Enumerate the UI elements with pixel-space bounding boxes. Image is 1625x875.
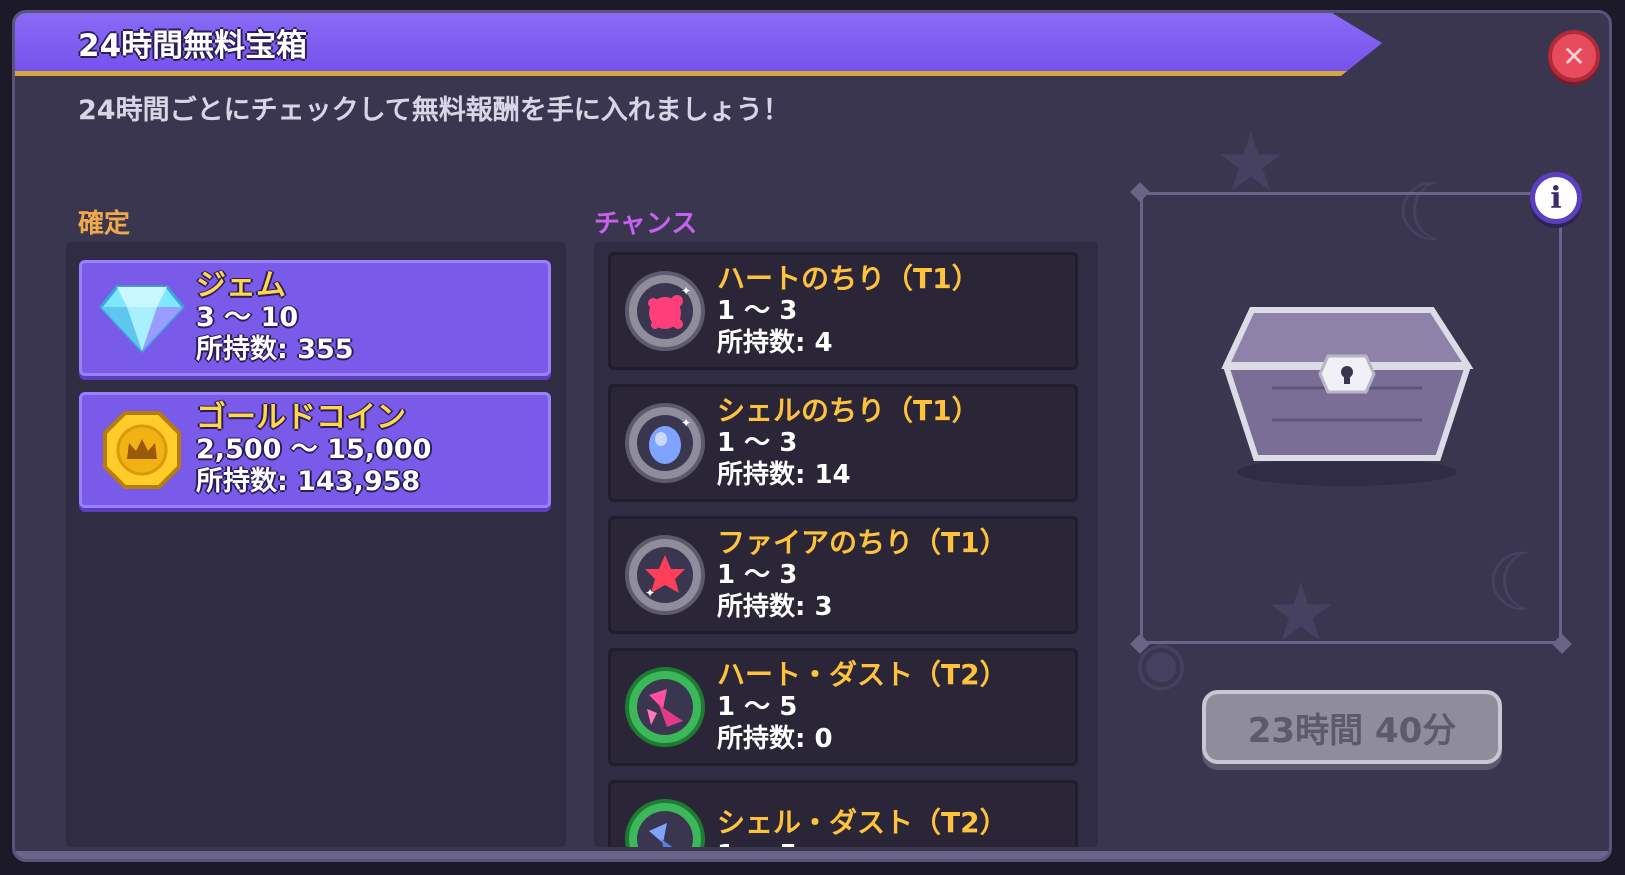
reward-card-gold[interactable]: ゴールドコイン 2,500 〜 15,000 所持数: 143,958 — [79, 392, 551, 508]
heart-crystal-icon — [625, 667, 705, 747]
reward-info: ゴールドコイン 2,500 〜 15,000 所持数: 143,958 — [196, 402, 431, 498]
reward-name: ジェム — [196, 268, 286, 303]
reward-owned: 所持数: 4 — [717, 328, 833, 358]
panel-rim — [15, 851, 1609, 859]
star-decoration: ★ — [1215, 116, 1287, 209]
info-icon: i — [1550, 180, 1562, 216]
reward-owned: 所持数: 0 — [717, 724, 833, 754]
reward-info: シェル・ダスト（T2） 1 〜 5 — [717, 806, 1008, 848]
reward-name: ハートのちり（T1） — [717, 262, 980, 295]
reward-name: ファイアのちり（T1） — [717, 526, 1008, 559]
reward-info: ハートのちり（T1） 1 〜 3 所持数: 4 — [717, 263, 980, 359]
chance-reward-item[interactable]: ハート・ダスト（T2） 1 〜 5 所持数: 0 — [608, 648, 1078, 766]
countdown-timer: 23時間 40分 — [1202, 690, 1502, 764]
reward-info: シェルのちり（T1） 1 〜 3 所持数: 14 — [717, 395, 980, 491]
chance-rewards-list[interactable]: ✦ ハートのちり（T1） 1 〜 3 所持数: 4 ✦ シェルのちり（T1） 1… — [594, 242, 1098, 847]
reward-name: ハート・ダスト（T2） — [717, 658, 1008, 691]
reward-range: 2,500 〜 15,000 — [196, 434, 432, 465]
reward-name: シェル・ダスト（T2） — [717, 806, 1008, 839]
reward-owned: 所持数: 143,958 — [196, 466, 421, 497]
reward-info: ハート・ダスト（T2） 1 〜 5 所持数: 0 — [717, 659, 1008, 755]
chance-reward-item[interactable]: ✦ シェルのちり（T1） 1 〜 3 所持数: 14 — [608, 384, 1078, 502]
shell-crystal-icon — [625, 799, 705, 847]
reward-owned: 所持数: 355 — [196, 334, 354, 365]
reward-range: 1 〜 3 — [717, 428, 798, 458]
dialog-title: 24時間無料宝箱 — [78, 28, 308, 64]
reward-range: 3 〜 10 — [196, 302, 299, 333]
reward-owned: 所持数: 3 — [717, 592, 833, 622]
chance-reward-item[interactable]: シェル・ダスト（T2） 1 〜 5 — [608, 780, 1078, 847]
reward-range: 1 〜 5 — [717, 839, 1008, 847]
fire-dust-icon: ✦ — [625, 535, 705, 615]
chance-reward-item[interactable]: ✦ ハートのちり（T1） 1 〜 3 所持数: 4 — [608, 252, 1078, 370]
close-button[interactable]: ✕ — [1548, 30, 1600, 82]
dialog-subtitle: 24時間ごとにチェックして無料報酬を手に入れましょう！ — [78, 95, 790, 126]
heart-dust-icon: ✦ — [625, 271, 705, 351]
svg-text:✦: ✦ — [681, 284, 691, 298]
info-button[interactable]: i — [1530, 172, 1582, 224]
reward-card-gem[interactable]: ジェム 3 〜 10 所持数: 355 — [79, 260, 551, 376]
chance-reward-item[interactable]: ✦ ファイアのちり（T1） 1 〜 3 所持数: 3 — [608, 516, 1078, 634]
svg-text:✦: ✦ — [645, 586, 655, 600]
reward-info: ジェム 3 〜 10 所持数: 355 — [196, 270, 354, 366]
reward-info: ファイアのちり（T1） 1 〜 3 所持数: 3 — [717, 527, 1008, 623]
gold-coin-icon — [94, 402, 190, 498]
close-icon: ✕ — [1562, 39, 1586, 73]
svg-text:✦: ✦ — [681, 416, 691, 430]
chance-rewards-label: チャンス — [594, 209, 698, 239]
treasure-chest-icon — [1221, 307, 1474, 486]
reward-name: シェルのちり（T1） — [717, 394, 980, 427]
timer-label: 23時間 40分 — [1247, 710, 1457, 751]
reward-range: 1 〜 5 — [717, 692, 798, 722]
reward-range: 1 〜 3 — [717, 560, 798, 590]
reward-name: ゴールドコイン — [196, 400, 406, 435]
fixed-rewards-label: 確定 — [78, 209, 131, 239]
reward-owned: 所持数: 14 — [717, 460, 851, 490]
gem-icon — [94, 270, 190, 366]
reward-range: 1 〜 3 — [717, 296, 798, 326]
title-banner: 24時間無料宝箱 — [15, 13, 1382, 76]
shell-dust-icon: ✦ — [625, 403, 705, 483]
